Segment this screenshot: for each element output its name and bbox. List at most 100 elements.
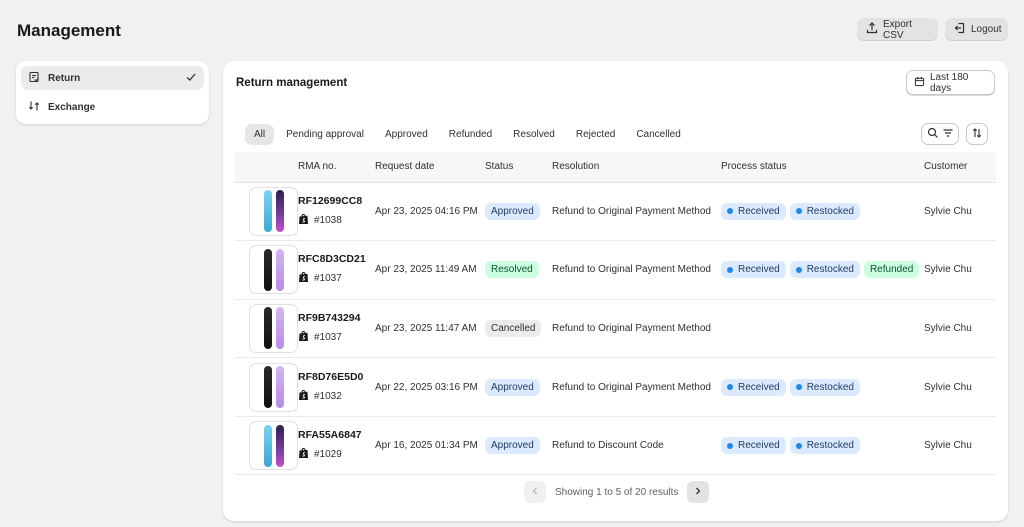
cell-request-date: Apr 23, 2025 04:16 PM	[375, 182, 485, 242]
cell-thumbnail	[235, 182, 298, 242]
exchange-icon	[28, 100, 40, 115]
product-thumbnail	[249, 421, 298, 471]
export-csv-label: Export CSV	[883, 18, 912, 41]
process-badge-label: Restocked	[806, 264, 854, 276]
snowboard-image	[263, 424, 272, 467]
date-range-button[interactable]: Last 180 days	[906, 70, 995, 95]
cell-request-date: Apr 22, 2025 03:16 PM	[375, 357, 485, 417]
process-badge: Received	[721, 261, 786, 279]
snowboard-image	[275, 307, 284, 350]
sort-icon	[971, 127, 983, 142]
chevron-right-icon	[693, 486, 703, 499]
tab-cancelled[interactable]: Cancelled	[627, 124, 689, 145]
order-ref: #1037	[298, 330, 375, 345]
process-badge: Received	[721, 437, 786, 455]
returns-table: RMA no. Request date Status Resolution P…	[235, 152, 996, 476]
table-row[interactable]: RF12699CC8 #1038 Apr 23, 2025 04:16 PM Appr…	[235, 182, 996, 242]
order-ref: #1037	[298, 271, 375, 286]
table-row[interactable]: RFA55A6847 #1029 Apr 16, 2025 01:34 PM Appr…	[235, 416, 996, 476]
rma-number[interactable]: RFA55A6847	[298, 429, 375, 441]
previous-page-button[interactable]	[524, 481, 546, 503]
cell-process-status: Received Restocked	[721, 416, 924, 476]
calendar-icon	[914, 76, 925, 90]
sidebar: Return Exchange	[16, 61, 209, 124]
chevron-left-icon	[530, 486, 540, 499]
table-row[interactable]: RF8D76E5D0 #1032 Apr 22, 2025 03:16 PM Appr…	[235, 357, 996, 417]
table-row[interactable]: RFC8D3CD21 #1037 Apr 23, 2025 11:49 AM Reso…	[235, 240, 996, 300]
tab-rejected[interactable]: Rejected	[567, 124, 624, 145]
next-page-button[interactable]	[687, 481, 710, 503]
cell-process-status: Received Restocked Refunded	[721, 240, 924, 300]
sort-button[interactable]	[966, 123, 988, 145]
order-number: #1037	[314, 273, 342, 285]
tab-refunded[interactable]: Refunded	[440, 124, 501, 145]
cell-resolution: Refund to Original Payment Method	[552, 357, 721, 417]
cell-customer: Sylvie Chu	[924, 299, 996, 359]
process-badge-label: Received	[738, 381, 780, 393]
column-header-rma: RMA no.	[298, 152, 375, 183]
cell-status: Approved	[485, 182, 552, 242]
snowboard-image	[263, 190, 272, 233]
process-badge-label: Received	[738, 264, 780, 276]
cell-rma: RF8D76E5D0 #1032	[298, 357, 375, 417]
column-header-status: Status	[485, 152, 552, 183]
status-tabs: All Pending approval Approved Refunded R…	[245, 124, 690, 145]
export-csv-button[interactable]: Export CSV	[857, 18, 938, 41]
cell-customer: Sylvie Chu	[924, 240, 996, 300]
tab-all[interactable]: All	[245, 124, 275, 145]
sidebar-item-label: Return	[48, 72, 81, 84]
filter-icon	[942, 127, 954, 142]
product-thumbnail	[249, 186, 298, 236]
process-badges: Received Restocked	[721, 202, 924, 220]
product-thumbnail	[249, 303, 298, 353]
table-row[interactable]: RF9B743294 #1037 Apr 23, 2025 11:47 AM Canc…	[235, 299, 996, 359]
status-badge: Approved	[485, 437, 540, 455]
snowboard-image	[275, 190, 284, 233]
logout-icon	[954, 22, 966, 37]
status-badge: Resolved	[485, 261, 539, 279]
column-header-resolution: Resolution	[552, 152, 721, 183]
cell-thumbnail	[235, 357, 298, 417]
cell-status: Cancelled	[485, 299, 552, 359]
status-dot-icon	[795, 266, 802, 273]
tab-pending-approval[interactable]: Pending approval	[277, 124, 373, 145]
process-badge-label: Received	[738, 440, 780, 452]
cell-resolution: Refund to Discount Code	[552, 416, 721, 476]
cell-process-status: Received Restocked	[721, 357, 924, 417]
status-dot-icon	[727, 384, 733, 391]
process-badge: Restocked	[789, 378, 860, 396]
cell-process-status	[721, 299, 924, 359]
snowboard-image	[263, 248, 272, 291]
rma-number[interactable]: RF8D76E5D0	[298, 371, 375, 383]
product-thumbnail	[249, 362, 298, 412]
sidebar-item-exchange[interactable]: Exchange	[21, 95, 204, 119]
cell-rma: RFC8D3CD21 #1037	[298, 240, 375, 300]
product-thumbnail	[249, 245, 298, 295]
process-badge: Restocked	[789, 261, 860, 279]
pagination: Showing 1 to 5 of 20 results	[524, 481, 710, 503]
cell-thumbnail	[235, 240, 298, 300]
logout-button[interactable]: Logout	[945, 18, 1008, 41]
rma-number[interactable]: RF12699CC8	[298, 195, 375, 207]
cell-rma: RFA55A6847 #1029	[298, 416, 375, 476]
process-badge-label: Restocked	[806, 440, 854, 452]
status-badge: Approved	[485, 202, 540, 220]
cell-thumbnail	[235, 416, 298, 476]
search-filter-button[interactable]	[921, 123, 959, 145]
status-dot-icon	[727, 266, 733, 273]
rma-number[interactable]: RFC8D3CD21	[298, 253, 375, 265]
snowboard-image	[263, 307, 272, 350]
tab-approved[interactable]: Approved	[376, 124, 437, 145]
column-header-process-status: Process status	[721, 152, 924, 183]
shopify-bag-icon	[298, 447, 309, 462]
sidebar-item-return[interactable]: Return	[21, 66, 204, 90]
snowboard-image	[263, 366, 272, 409]
rma-number[interactable]: RF9B743294	[298, 312, 375, 324]
tab-resolved[interactable]: Resolved	[504, 124, 564, 145]
cell-resolution: Refund to Original Payment Method	[552, 182, 721, 242]
order-number: #1038	[314, 214, 342, 226]
status-dot-icon	[727, 442, 733, 449]
cell-resolution: Refund to Original Payment Method	[552, 240, 721, 300]
process-badge: Refunded	[863, 261, 920, 279]
process-badge: Received	[721, 202, 786, 220]
